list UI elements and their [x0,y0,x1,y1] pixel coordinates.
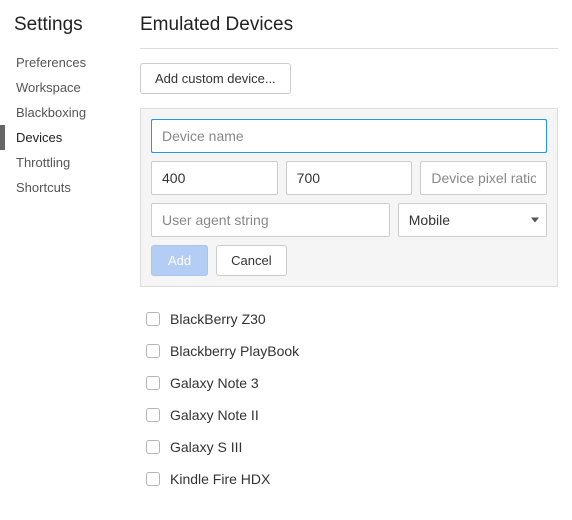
sidebar-item-workspace[interactable]: Workspace [14,75,120,100]
device-width-input[interactable] [151,161,278,195]
device-label: Blackberry PlayBook [170,343,299,359]
list-item: Galaxy S III [140,431,558,463]
sidebar-item-devices[interactable]: Devices [14,125,120,150]
sidebar-item-blackboxing[interactable]: Blackboxing [14,100,120,125]
sidebar-item-label: Devices [16,130,62,145]
sidebar-item-shortcuts[interactable]: Shortcuts [14,175,120,200]
list-item: BlackBerry Z30 [140,303,558,335]
sidebar-item-throttling[interactable]: Throttling [14,150,120,175]
device-label: BlackBerry Z30 [170,311,266,327]
device-height-input[interactable] [286,161,413,195]
page-title: Emulated Devices [140,14,558,36]
sidebar-item-label: Blackboxing [16,105,86,120]
device-name-input[interactable] [151,119,547,153]
list-item: Kindle Fire HDX [140,463,558,495]
checkbox[interactable] [146,344,160,358]
list-item: Galaxy Note II [140,399,558,431]
device-label: Galaxy S III [170,439,242,455]
settings-root: Settings Preferences Workspace Blackboxi… [0,0,572,520]
device-label: Galaxy Note II [170,407,259,423]
sidebar-item-label: Throttling [16,155,70,170]
sidebar-item-label: Preferences [16,55,86,70]
cancel-button[interactable]: Cancel [216,245,286,276]
checkbox[interactable] [146,408,160,422]
device-label: Kindle Fire HDX [170,471,270,487]
checkbox[interactable] [146,440,160,454]
main-panel: Emulated Devices Add custom device... [120,0,572,520]
device-label: Galaxy Note 3 [170,375,259,391]
add-device-button[interactable]: Add [151,245,208,276]
custom-device-form: Mobile Add Cancel [140,108,558,287]
sidebar-item-label: Workspace [16,80,81,95]
list-item: Galaxy Note 3 [140,367,558,399]
device-type-select[interactable]: Mobile [398,203,547,237]
sidebar-title: Settings [14,14,120,36]
sidebar: Settings Preferences Workspace Blackboxi… [0,0,120,520]
device-pixel-ratio-input[interactable] [420,161,547,195]
sidebar-item-label: Shortcuts [16,180,71,195]
user-agent-input[interactable] [151,203,390,237]
checkbox[interactable] [146,376,160,390]
list-item: Blackberry PlayBook [140,335,558,367]
checkbox[interactable] [146,472,160,486]
add-custom-device-button[interactable]: Add custom device... [140,63,291,94]
checkbox[interactable] [146,312,160,326]
sidebar-item-preferences[interactable]: Preferences [14,50,120,75]
divider [140,48,558,49]
device-list: BlackBerry Z30 Blackberry PlayBook Galax… [140,297,558,501]
